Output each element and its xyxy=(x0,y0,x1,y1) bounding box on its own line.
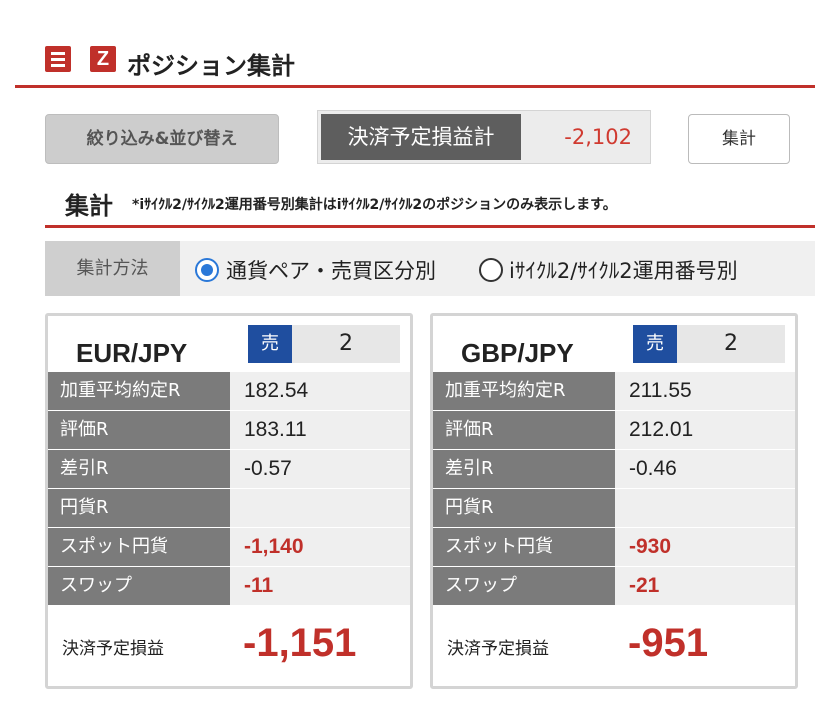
radio-by-run-number-label[interactable]: iｻｲｸﾙ2/ｻｲｸﾙ2運用番号別 xyxy=(509,255,738,285)
row-label: 円貨R xyxy=(433,489,615,527)
total-value: -1,151 xyxy=(243,621,357,665)
currency-pair: EUR/JPY xyxy=(76,338,188,368)
row-value: 211.55 xyxy=(615,372,795,410)
row-swap: スワップ -11 xyxy=(48,567,410,605)
row-label: スポット円貨 xyxy=(48,528,230,566)
row-value: 212.01 xyxy=(615,411,795,449)
radio-by-pair-label[interactable]: 通貨ペア・売買区分別 xyxy=(226,255,436,285)
row-label: 差引R xyxy=(433,450,615,488)
row-label: 差引R xyxy=(48,450,230,488)
currency-pair: GBP/JPY xyxy=(461,338,574,368)
row-jpy-rate: 円貨R xyxy=(433,489,795,527)
row-swap: スワップ -21 xyxy=(433,567,795,605)
row-value: -0.57 xyxy=(230,450,410,488)
radio-by-run-number[interactable] xyxy=(479,258,503,282)
row-label: スワップ xyxy=(433,567,615,605)
total-label: 決済予定損益 xyxy=(447,639,549,659)
total-value: -951 xyxy=(628,621,709,665)
summary-section-header: 集計 *iｻｲｸﾙ2/ｻｲｸﾙ2運用番号別集計はiｻｲｸﾙ2/ｻｲｸﾙ2のポジシ… xyxy=(45,186,815,228)
row-value: -1,140 xyxy=(230,528,410,566)
row-value: -21 xyxy=(615,567,795,605)
side-badge: 売 xyxy=(633,325,677,363)
row-label: 加重平均約定R xyxy=(48,372,230,410)
position-card-eurjpy: EUR/JPY 売 2 加重平均約定R 182.54 評価R 183.11 差引… xyxy=(45,313,413,689)
row-value: -930 xyxy=(615,528,795,566)
row-label: 評価R xyxy=(48,411,230,449)
quantity: 2 xyxy=(677,325,785,363)
filter-sort-button[interactable]: 絞り込み&並び替え xyxy=(45,114,279,164)
row-jpy-rate: 円貨R xyxy=(48,489,410,527)
side-badge: 売 xyxy=(248,325,292,363)
aggregation-method-row: 集計方法 通貨ペア・売買区分別 iｻｲｸﾙ2/ｻｲｸﾙ2運用番号別 xyxy=(45,241,815,296)
row-label: 加重平均約定R xyxy=(433,372,615,410)
page-header: Z ポジション集計 xyxy=(15,38,815,88)
row-value xyxy=(230,489,410,527)
row-eval-rate: 評価R 212.01 xyxy=(433,411,795,449)
total-label: 決済予定損益 xyxy=(62,639,164,659)
row-value: 182.54 xyxy=(230,372,410,410)
hamburger-icon[interactable] xyxy=(45,46,71,72)
section-title: 集計 xyxy=(65,192,113,220)
row-label: スワップ xyxy=(48,567,230,605)
row-eval-rate: 評価R 183.11 xyxy=(48,411,410,449)
z-logo-icon: Z xyxy=(90,46,116,72)
row-diff-rate: 差引R -0.46 xyxy=(433,450,795,488)
row-label: 評価R xyxy=(433,411,615,449)
row-spot-jpy: スポット円貨 -930 xyxy=(433,528,795,566)
row-avg-rate: 加重平均約定R 182.54 xyxy=(48,372,410,410)
page-title: ポジション集計 xyxy=(127,52,295,80)
row-value: -11 xyxy=(230,567,410,605)
row-label: スポット円貨 xyxy=(433,528,615,566)
radio-by-pair[interactable] xyxy=(195,258,219,282)
row-label: 円貨R xyxy=(48,489,230,527)
row-avg-rate: 加重平均約定R 211.55 xyxy=(433,372,795,410)
position-card-gbpjpy: GBP/JPY 売 2 加重平均約定R 211.55 評価R 212.01 差引… xyxy=(430,313,798,689)
row-value xyxy=(615,489,795,527)
aggregate-button[interactable]: 集計 xyxy=(688,114,790,164)
row-diff-rate: 差引R -0.57 xyxy=(48,450,410,488)
total-pl-display: 決済予定損益計 -2,102 xyxy=(317,110,651,164)
method-label: 集計方法 xyxy=(45,241,180,296)
quantity: 2 xyxy=(292,325,400,363)
total-pl-value: -2,102 xyxy=(564,125,632,149)
row-value: -0.46 xyxy=(615,450,795,488)
total-pl-label: 決済予定損益計 xyxy=(321,114,521,160)
row-value: 183.11 xyxy=(230,411,410,449)
row-spot-jpy: スポット円貨 -1,140 xyxy=(48,528,410,566)
section-note: *iｻｲｸﾙ2/ｻｲｸﾙ2運用番号別集計はiｻｲｸﾙ2/ｻｲｸﾙ2のポジションの… xyxy=(132,197,617,213)
